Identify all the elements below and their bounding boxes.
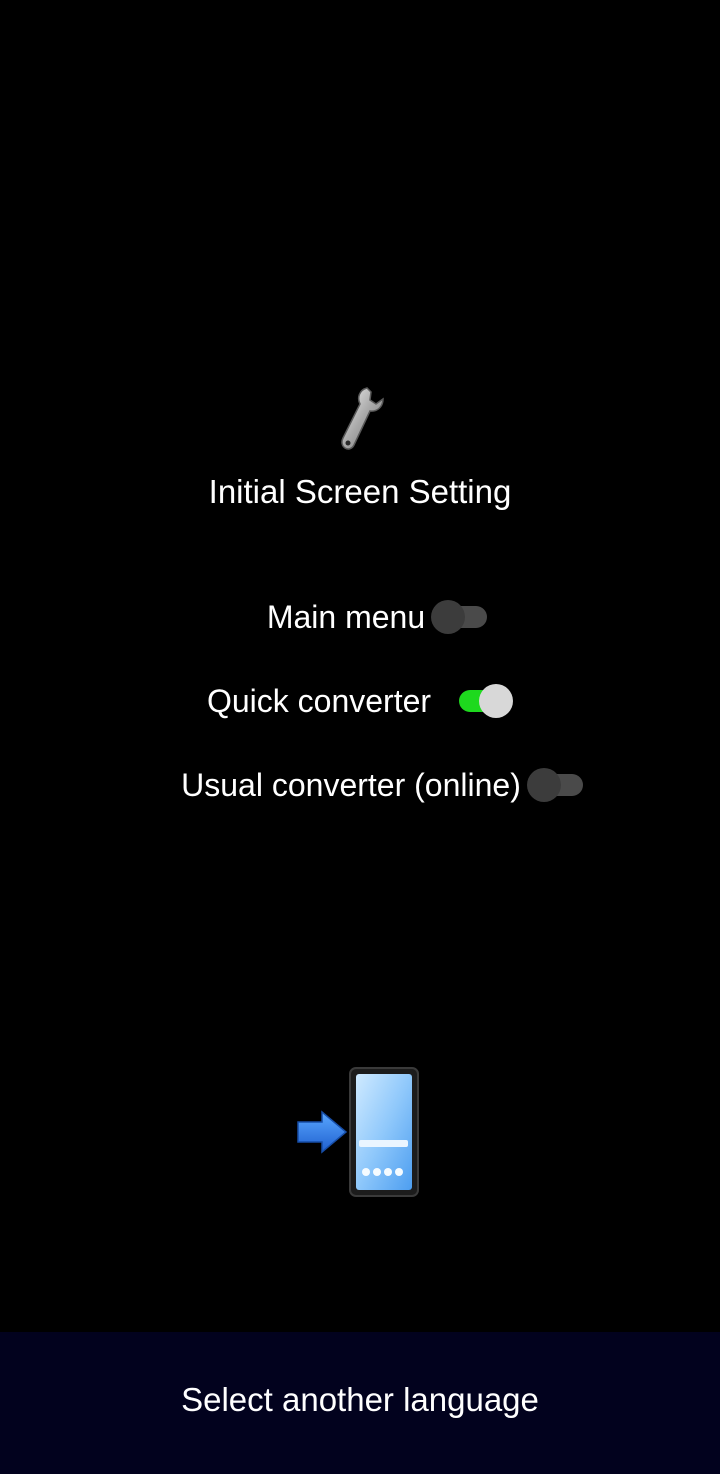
phone-arrow-icon: [297, 1067, 419, 1197]
quick-converter-toggle[interactable]: [455, 684, 514, 718]
select-language-label: Select another language: [181, 1381, 539, 1418]
option-label: Quick converter: [206, 683, 432, 719]
main-menu-toggle[interactable]: [431, 600, 489, 634]
usual-converter-toggle[interactable]: [526, 768, 585, 802]
option-quick-converter: Quick converter: [0, 676, 720, 726]
toggle-thumb: [526, 768, 561, 802]
option-label: Usual converter (online): [181, 767, 521, 803]
page-title: Initial Screen Setting: [208, 473, 512, 510]
initial-screen-setting-page: Initial Screen Setting Main menu Quick c…: [0, 0, 720, 1474]
wrench-icon: [341, 387, 384, 450]
toggle-thumb: [431, 600, 466, 634]
option-main-menu: Main menu: [0, 592, 720, 642]
option-usual-converter: Usual converter (online): [0, 760, 720, 810]
toggle-thumb: [479, 684, 514, 718]
option-label: Main menu: [266, 599, 426, 635]
select-language-button[interactable]: Select another language: [0, 1332, 720, 1474]
